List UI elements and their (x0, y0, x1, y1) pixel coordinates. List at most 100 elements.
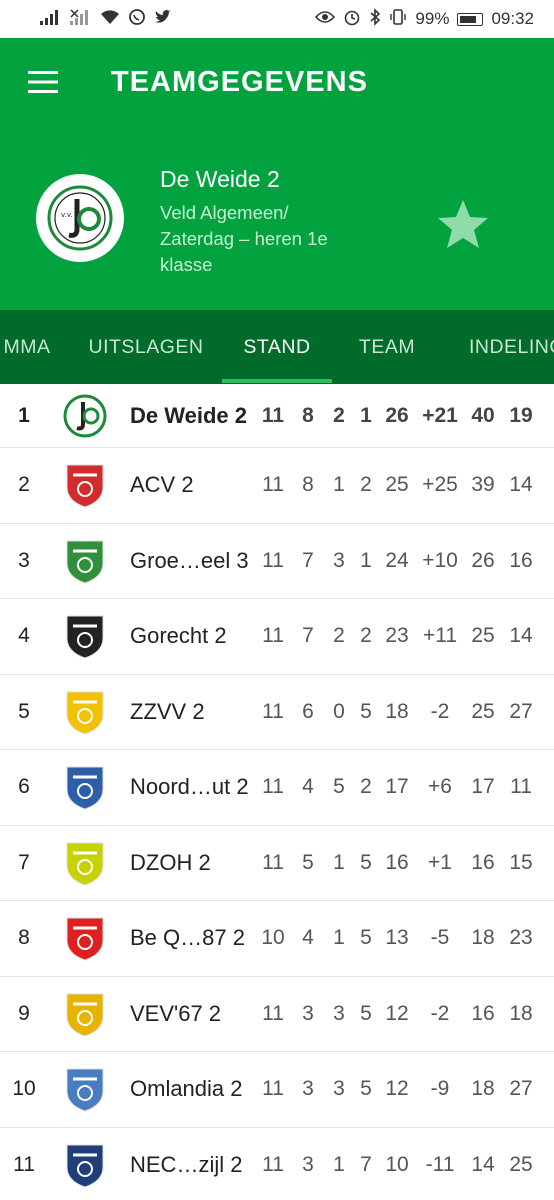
row-position: 4 (18, 624, 30, 648)
table-row[interactable]: 4 Gorecht 2 11 7 2 2 23 +11 25 14 (0, 599, 554, 675)
stat-ga: 11 (510, 775, 532, 799)
team-crest (60, 384, 110, 447)
stat-pts: 18 (385, 699, 409, 723)
stat-diff: +11 (422, 624, 458, 648)
club-crest-icon (66, 917, 104, 961)
page-title: TEAMGEGEVENS (111, 65, 368, 98)
club-crest-icon (66, 993, 104, 1037)
table-row[interactable]: 1 De Weide 2 11 8 2 1 26 +21 40 19 (0, 384, 554, 448)
team-name-cell: NEC…zijl 2 (130, 1151, 243, 1177)
row-position: 5 (18, 699, 30, 723)
stat-diff: -11 (425, 1152, 455, 1176)
status-left-icons (40, 8, 172, 30)
no-signal-icon (70, 9, 92, 29)
row-position: 6 (18, 775, 30, 799)
tab-bar: MMA UITSLAGEN STAND TEAM INDELING (0, 310, 554, 384)
stat-ga: 23 (509, 926, 533, 950)
bluetooth-icon (369, 8, 381, 30)
team-name-cell: Groe…eel 3 (130, 547, 249, 573)
table-row[interactable]: 3 Groe…eel 3 11 7 3 1 24 +10 26 16 (0, 524, 554, 599)
signal-icon (40, 9, 62, 29)
stat-gf: 39 (471, 473, 495, 497)
stat-diff: +21 (422, 403, 458, 427)
row-position: 10 (12, 1077, 36, 1101)
row-position: 8 (18, 926, 30, 950)
stat-g: 11 (262, 1152, 284, 1176)
row-position: 7 (18, 850, 30, 874)
battery-percentage: 99% (415, 9, 450, 28)
stat-g: 10 (261, 926, 285, 950)
stat-diff: +25 (422, 473, 458, 497)
table-row[interactable]: 9 VEV'67 2 11 3 3 5 12 -2 16 18 (0, 977, 554, 1052)
stat-ga: 27 (509, 1077, 533, 1101)
team-logo: v.v. (36, 174, 124, 262)
team-crest (60, 599, 110, 674)
row-position: 9 (18, 1001, 30, 1025)
stat-g: 11 (262, 699, 284, 723)
menu-button[interactable] (0, 38, 86, 126)
table-row[interactable]: 5 ZZVV 2 11 6 0 5 18 -2 25 27 (0, 675, 554, 750)
stat-gf: 18 (471, 1077, 495, 1101)
team-name-cell: Be Q…87 2 (130, 925, 245, 951)
stat-pts: 12 (385, 1001, 409, 1025)
active-tab-indicator (222, 379, 332, 383)
status-right-icons: 99% 09:32 (315, 8, 534, 30)
team-name-cell: ZZVV 2 (130, 698, 205, 724)
alarm-icon (343, 8, 361, 30)
stat-ga: 16 (509, 548, 533, 572)
table-row[interactable]: 10 Omlandia 2 11 3 3 5 12 -9 18 27 (0, 1052, 554, 1128)
team-crest (60, 750, 110, 825)
tab-team[interactable]: TEAM (342, 310, 432, 384)
stat-g: 11 (262, 1001, 284, 1025)
stat-ga: 27 (509, 699, 533, 723)
table-row[interactable]: 8 Be Q…87 2 10 4 1 5 13 -5 18 23 (0, 901, 554, 977)
stat-diff: +1 (428, 850, 452, 874)
standings-table: 1 De Weide 2 11 8 2 1 26 +21 40 19 2 ACV 2 11 8 1 2 25 +2… (0, 384, 554, 1200)
stat-pts: 12 (385, 1077, 409, 1101)
tab-indeling[interactable]: INDELING (452, 310, 554, 384)
team-name-cell: Omlandia 2 (130, 1076, 243, 1102)
stat-ga: 25 (509, 1152, 533, 1176)
stat-ga: 18 (509, 1001, 533, 1025)
table-row[interactable]: 7 DZOH 2 11 5 1 5 16 +1 16 15 (0, 826, 554, 901)
tab-uitslagen[interactable]: UITSLAGEN (80, 310, 212, 384)
vibrate-icon (389, 8, 407, 30)
tab-programma[interactable]: MMA (0, 310, 60, 384)
stat-g: 11 (262, 473, 284, 497)
hamburger-menu-icon (28, 71, 58, 93)
table-row[interactable]: 2 ACV 2 11 8 1 2 25 +25 39 14 (0, 448, 554, 524)
team-crest (60, 1128, 110, 1200)
stat-gf: 18 (471, 926, 495, 950)
stat-g: 11 (262, 775, 284, 799)
team-crest (60, 977, 110, 1052)
team-crest (60, 448, 110, 523)
stat-g: 11 (262, 850, 284, 874)
team-crest (60, 1052, 110, 1127)
clock: 09:32 (491, 9, 534, 28)
club-crest-icon (66, 464, 104, 508)
stat-diff: +6 (428, 775, 452, 799)
team-name: De Weide 2 (160, 166, 280, 192)
table-row[interactable]: 6 Noord…ut 2 11 4 5 2 17 +6 17 11 (0, 750, 554, 826)
team-summary: v.v. De Weide 2 Veld Algemeen/ Zaterdag … (0, 146, 554, 276)
stat-gf: 14 (471, 1152, 495, 1176)
stat-pts: 17 (385, 775, 409, 799)
team-competition: Veld Algemeen/ Zaterdag – heren 1e klass… (160, 202, 328, 275)
team-name-cell: De Weide 2 (130, 402, 247, 428)
club-crest-icon (66, 1144, 104, 1188)
whatsapp-icon (128, 8, 146, 30)
stat-pts: 16 (385, 850, 409, 874)
stat-pts: 26 (385, 403, 409, 427)
stat-diff: -2 (430, 1001, 450, 1025)
row-position: 11 (13, 1152, 35, 1176)
stat-ga: 14 (509, 624, 533, 648)
tab-stand[interactable]: STAND (222, 310, 332, 384)
stat-gf: 25 (471, 624, 495, 648)
favorite-button[interactable] (434, 196, 492, 254)
stat-diff: -9 (430, 1077, 450, 1101)
table-row[interactable]: 11 NEC…zijl 2 11 3 1 7 10 -11 14 25 (0, 1128, 554, 1200)
club-crest-icon (66, 766, 104, 810)
stat-gf: 26 (471, 548, 495, 572)
team-name-cell: VEV'67 2 (130, 1000, 222, 1026)
team-crest (60, 901, 110, 976)
